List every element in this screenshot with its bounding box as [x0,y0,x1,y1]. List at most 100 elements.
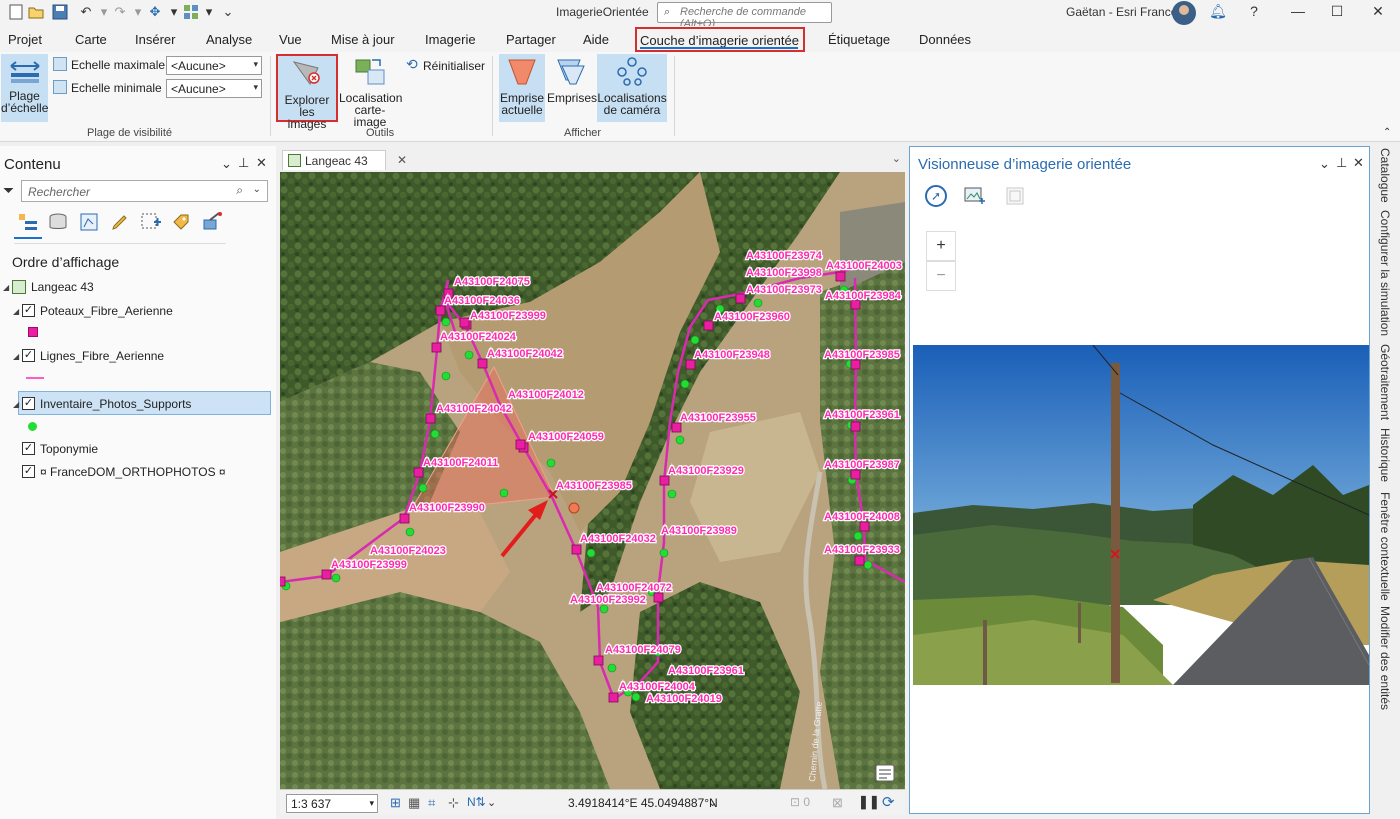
map-canvas[interactable]: Chemin de la Gratte A43100F24075 A43100F… [280,172,905,789]
map-name[interactable]: Langeac 43 [31,280,94,294]
pane-options-icon[interactable]: ⌄ [221,156,232,172]
help-icon[interactable]: ? [1244,3,1264,23]
filter-icon[interactable]: ⏷ [3,182,14,199]
avatar[interactable] [1172,1,1196,25]
dock-tab-geotraitement[interactable]: Géotraitement [1378,344,1392,420]
save-icon[interactable] [52,4,68,20]
basemap-dropdown-icon[interactable]: ▾ [201,4,217,20]
layer-checkbox[interactable]: ✓ [22,465,35,478]
layer-poteaux[interactable]: Poteaux_Fibre_Aerienne [40,304,173,318]
plage-echelle-button[interactable]: Plage d’échelle [1,54,48,122]
pause-drawing-icon[interactable]: ❚❚ [858,794,880,810]
basemap-icon[interactable] [183,4,199,20]
layer-checkbox[interactable]: ✓ [22,349,35,362]
refresh-icon[interactable]: ⟳ [882,793,895,811]
dock-tab-historique[interactable]: Historique [1378,428,1392,482]
search-options-icon[interactable]: ⌄ [253,184,261,195]
constraints-icon[interactable]: ⊹ [448,795,459,811]
list-by-drawing-order-icon[interactable] [17,212,37,232]
undo-icon[interactable]: ↶ [78,4,94,20]
reinitialiser-button[interactable]: Réinitialiser [423,59,485,73]
navigate-icon[interactable]: ✥ [147,4,163,20]
close-pane-icon[interactable]: ✕ [1353,155,1364,171]
pane-options-icon[interactable]: ⌄ [1319,156,1330,172]
collapse-ribbon-icon[interactable]: ⌃ [1383,127,1391,138]
layer-orthophotos[interactable]: ¤ FranceDOM_ORTHOPHOTOS ¤ [40,465,226,479]
layer-inventaire[interactable]: Inventaire_Photos_Supports [40,397,191,411]
notifications-icon[interactable]: 🔔︎ [1208,3,1228,23]
echelle-max-combo[interactable]: <Aucune> [166,56,262,75]
zoom-in-button[interactable]: + [926,231,956,261]
image-gallery-icon[interactable] [964,185,986,207]
zoom-out-button[interactable]: − [926,261,956,291]
dock-tab-modifier-entites[interactable]: Modifier des entités [1378,606,1392,710]
pin-icon[interactable]: ⊥ [238,155,249,171]
minimize-button[interactable]: — [1288,3,1308,23]
emprise-actuelle-button[interactable]: Emprise actuelle [499,54,545,122]
map-tab[interactable]: Langeac 43 ✕ [282,150,407,170]
tab-partager[interactable]: Partager [506,32,556,47]
zoom-to-extent-icon[interactable]: ⊞ [390,795,401,811]
list-by-selection-icon[interactable] [79,212,99,232]
snapping-icon[interactable]: ⌗ [428,795,435,811]
expand-caret-icon[interactable]: ◢ [13,352,19,361]
list-by-labeling-icon[interactable] [171,212,191,232]
layer-checkbox[interactable]: ✓ [22,304,35,317]
tab-imagerie[interactable]: Imagerie [425,32,476,47]
scale-combo[interactable]: 1:3 637 ▾ [286,794,378,813]
tab-aide[interactable]: Aide [583,32,609,47]
oriented-photo[interactable] [913,345,1369,685]
navigator-icon[interactable]: ➚ [925,185,947,207]
expand-caret-icon[interactable]: ◢ [3,283,9,292]
expand-caret-icon[interactable]: ◢ [13,307,19,316]
emprises-button[interactable]: Emprises [547,54,597,122]
list-by-editing-icon[interactable] [110,212,130,232]
tab-etiquetage[interactable]: Étiquetage [828,32,890,47]
tab-vue[interactable]: Vue [279,32,302,47]
north-arrow-icon[interactable]: N⇅ [467,795,486,809]
dock-tab-simulation[interactable]: Configurer la simulation [1378,210,1392,336]
customize-qat-icon[interactable]: ⌄ [220,4,236,20]
legend-toggle-icon[interactable] [875,764,895,782]
grid-icon[interactable]: ▦ [408,795,420,811]
close-pane-icon[interactable]: ✕ [256,155,267,171]
layer-toponymie[interactable]: Toponymie [40,442,98,456]
echelle-min-combo[interactable]: <Aucune> [166,79,262,98]
redo-dropdown-icon[interactable]: ▾ [130,4,146,20]
layer-checkbox[interactable]: ✓ [22,397,35,410]
tab-projet[interactable]: Projet [8,32,42,47]
close-map-tab-icon[interactable]: ✕ [397,153,407,167]
localisation-carte-image-button[interactable]: Localisation carte-image [339,54,402,128]
tab-analyse[interactable]: Analyse [206,32,252,47]
layer-checkbox[interactable]: ✓ [22,442,35,455]
tab-inserer[interactable]: Insérer [135,32,175,47]
expand-caret-icon[interactable]: ◢ [13,400,19,409]
new-project-icon[interactable] [8,4,24,20]
tab-list-icon[interactable]: ⌄ [892,152,901,165]
chevron-down-icon[interactable]: ⌄ [487,796,496,809]
open-folder-icon[interactable] [28,4,44,20]
map-svg[interactable]: Chemin de la Gratte A43100F24075 A43100F… [280,172,905,789]
dock-tab-catalogue[interactable]: Catalogue [1378,148,1392,203]
tab-donnees[interactable]: Données [919,32,971,47]
tab-mise-a-jour[interactable]: Mise à jour [331,32,395,47]
coordinate-format-icon[interactable]: ⌄ [708,796,717,809]
pin-icon[interactable]: ⊥ [1336,155,1347,171]
localisations-camera-button[interactable]: Localisations de caméra [597,54,667,122]
tab-couche-imagerie-orientee[interactable]: Couche d’imagerie orientée [640,33,799,48]
close-button[interactable]: ✕ [1368,3,1388,23]
list-by-perspective-imagery-icon[interactable] [201,212,222,232]
list-by-source-icon[interactable] [48,212,68,232]
list-by-snapping-icon[interactable] [140,212,161,232]
tab-carte[interactable]: Carte [75,32,107,47]
navigate-dropdown-icon[interactable]: ▾ [166,4,182,20]
layer-lignes[interactable]: Lignes_Fibre_Aerienne [40,349,164,363]
undo-dropdown-icon[interactable]: ▾ [96,4,112,20]
contents-search-input[interactable]: Rechercher ⌕ ⌄ [21,180,268,202]
command-search-input[interactable]: ⌕ Recherche de commande (Alt+Q) [657,2,832,30]
redo-icon[interactable]: ↷ [112,4,128,20]
maximize-button[interactable]: ☐ [1327,3,1347,23]
dock-tab-fenetre-contextuelle[interactable]: Fenêtre contextuelle [1378,492,1392,601]
explorer-images-button[interactable]: Explorer les images [276,54,338,130]
user-name[interactable]: Gaëtan - Esri France [1066,5,1177,19]
